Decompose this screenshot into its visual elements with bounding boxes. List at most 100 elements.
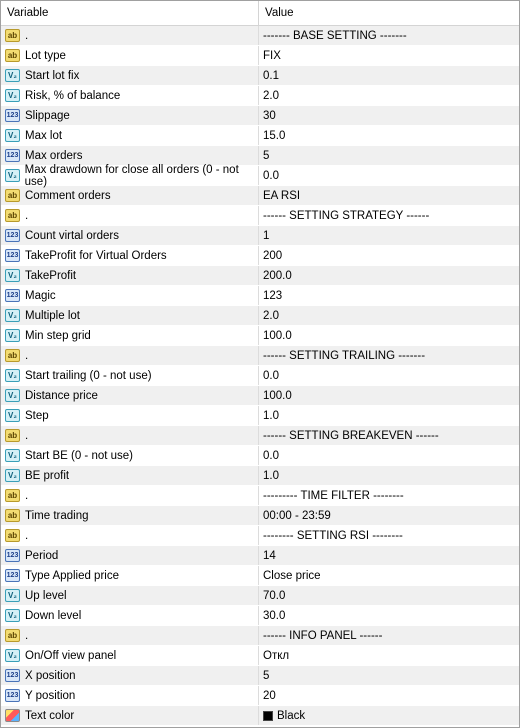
variable-name: Text color: [25, 709, 75, 722]
table-row[interactable]: 123 Y position 20: [1, 686, 519, 706]
value-cell[interactable]: 0.0: [259, 446, 519, 465]
double-type-icon: V₂: [5, 449, 20, 462]
value-cell[interactable]: ------ SETTING STRATEGY ------: [259, 206, 519, 225]
value-cell[interactable]: ------ INFO PANEL ------: [259, 626, 519, 645]
value-cell[interactable]: 2.0: [259, 86, 519, 105]
value-cell[interactable]: 0.0: [259, 166, 519, 185]
table-row[interactable]: V₂ Risk, % of balance 2.0: [1, 86, 519, 106]
table-row[interactable]: V₂ Distance price 100.0: [1, 386, 519, 406]
value-cell[interactable]: --------- TIME FILTER --------: [259, 486, 519, 505]
table-row[interactable]: V₂ Step 1.0: [1, 406, 519, 426]
table-row[interactable]: Text color Black: [1, 706, 519, 726]
table-row[interactable]: V₂ On/Off view panel Откл: [1, 646, 519, 666]
variable-name: .: [25, 209, 29, 222]
table-row[interactable]: V₂ TakeProfit 200.0: [1, 266, 519, 286]
value-cell[interactable]: ------ SETTING TRAILING -------: [259, 346, 519, 365]
table-row[interactable]: ab. ------- BASE SETTING -------: [1, 26, 519, 46]
variable-name: Count virtal orders: [25, 229, 119, 242]
double-type-icon: V₂: [5, 89, 20, 102]
string-type-icon: ab: [5, 629, 20, 642]
value-cell[interactable]: 123: [259, 286, 519, 305]
table-row[interactable]: 123 Period 14: [1, 546, 519, 566]
value-cell[interactable]: 30.0: [259, 606, 519, 625]
variable-value: 5: [263, 669, 270, 682]
table-row[interactable]: 123 Type Applied price Close price: [1, 566, 519, 586]
table-row[interactable]: 123 X position 5: [1, 666, 519, 686]
variable-value: 1.0: [263, 469, 279, 482]
double-type-icon: V₂: [5, 649, 20, 662]
table-row[interactable]: 123 Count virtal orders 1: [1, 226, 519, 246]
table-row[interactable]: ab Time trading 00:00 - 23:59: [1, 506, 519, 526]
color-swatch: [263, 710, 273, 721]
value-cell[interactable]: Откл: [259, 646, 519, 665]
string-type-icon: ab: [5, 29, 20, 42]
value-cell[interactable]: 5: [259, 146, 519, 165]
value-cell[interactable]: 100.0: [259, 326, 519, 345]
table-row[interactable]: V₂ Multiple lot 2.0: [1, 306, 519, 326]
table-row[interactable]: ab Comment orders EA RSI: [1, 186, 519, 206]
value-cell[interactable]: 1.0: [259, 406, 519, 425]
table-row[interactable]: ab. ------ INFO PANEL ------: [1, 626, 519, 646]
table-row[interactable]: V₂ Up level 70.0: [1, 586, 519, 606]
string-type-icon: ab: [5, 489, 20, 502]
value-cell[interactable]: 0.0: [259, 366, 519, 385]
value-cell[interactable]: 2.0: [259, 306, 519, 325]
table-row[interactable]: ab. ------ SETTING TRAILING -------: [1, 346, 519, 366]
table-row[interactable]: V₂ Start lot fix 0.1: [1, 66, 519, 86]
variable-value: 123: [263, 289, 283, 302]
table-row[interactable]: V₂ Min step grid 100.0: [1, 326, 519, 346]
value-cell[interactable]: 100.0: [259, 386, 519, 405]
value-cell[interactable]: 20: [259, 686, 519, 705]
double-type-icon: V₂: [5, 69, 20, 82]
table-row[interactable]: V₂ Max lot 15.0: [1, 126, 519, 146]
variable-value: 200.0: [263, 269, 292, 282]
variable-value: Откл: [263, 649, 290, 662]
integer-type-icon: 123: [5, 229, 20, 242]
table-row[interactable]: V₂ Start BE (0 - not use) 0.0: [1, 446, 519, 466]
value-cell[interactable]: -------- SETTING RSI --------: [259, 526, 519, 545]
variable-cell: 123 Y position: [1, 686, 259, 705]
value-cell[interactable]: 200.0: [259, 266, 519, 285]
table-row[interactable]: V₂ Start trailing (0 - not use) 0.0: [1, 366, 519, 386]
value-cell[interactable]: 14: [259, 546, 519, 565]
value-cell[interactable]: 70.0: [259, 586, 519, 605]
value-cell[interactable]: Close price: [259, 566, 519, 585]
value-cell[interactable]: 30: [259, 106, 519, 125]
table-row[interactable]: ab. --------- TIME FILTER --------: [1, 486, 519, 506]
column-header-variable[interactable]: Variable: [1, 1, 259, 25]
table-row[interactable]: V₂ Down level 30.0: [1, 606, 519, 626]
variable-cell: ab Time trading: [1, 506, 259, 525]
table-header: Variable Value: [1, 1, 519, 26]
table-row[interactable]: ab. ------ SETTING STRATEGY ------: [1, 206, 519, 226]
value-cell[interactable]: 5: [259, 666, 519, 685]
variable-value: Close price: [263, 569, 321, 582]
value-cell[interactable]: Black: [259, 706, 519, 725]
table-row[interactable]: ab. -------- SETTING RSI --------: [1, 526, 519, 546]
value-cell[interactable]: ------- BASE SETTING -------: [259, 26, 519, 45]
value-cell[interactable]: 00:00 - 23:59: [259, 506, 519, 525]
string-type-icon: ab: [5, 429, 20, 442]
table-row[interactable]: V₂ Max drawdown for close all orders (0 -…: [1, 163, 519, 188]
column-header-value[interactable]: Value: [259, 1, 519, 25]
double-type-icon: V₂: [5, 169, 20, 182]
value-cell[interactable]: EA RSI: [259, 186, 519, 205]
value-cell[interactable]: 200: [259, 246, 519, 265]
value-cell[interactable]: 15.0: [259, 126, 519, 145]
value-cell[interactable]: 0.1: [259, 66, 519, 85]
value-cell[interactable]: 1.0: [259, 466, 519, 485]
integer-type-icon: 123: [5, 249, 20, 262]
table-row[interactable]: ab. ------ SETTING BREAKEVEN ------: [1, 426, 519, 446]
table-row[interactable]: ab Lot type FIX: [1, 46, 519, 66]
table-row[interactable]: 123 Slippage 30: [1, 106, 519, 126]
value-cell[interactable]: FIX: [259, 46, 519, 65]
variable-cell: ab.: [1, 26, 259, 45]
value-cell[interactable]: ------ SETTING BREAKEVEN ------: [259, 426, 519, 445]
variable-value: ------ INFO PANEL ------: [263, 629, 383, 642]
variable-name: Comment orders: [25, 189, 111, 202]
table-row[interactable]: V₂ BE profit 1.0: [1, 466, 519, 486]
table-row[interactable]: 123 Magic 123: [1, 286, 519, 306]
value-cell[interactable]: 1: [259, 226, 519, 245]
table-row[interactable]: 123 TakeProfit for Virtual Orders 200: [1, 246, 519, 266]
variable-name: Risk, % of balance: [25, 89, 121, 102]
variable-name: Max drawdown for close all orders (0 - n…: [24, 163, 239, 188]
